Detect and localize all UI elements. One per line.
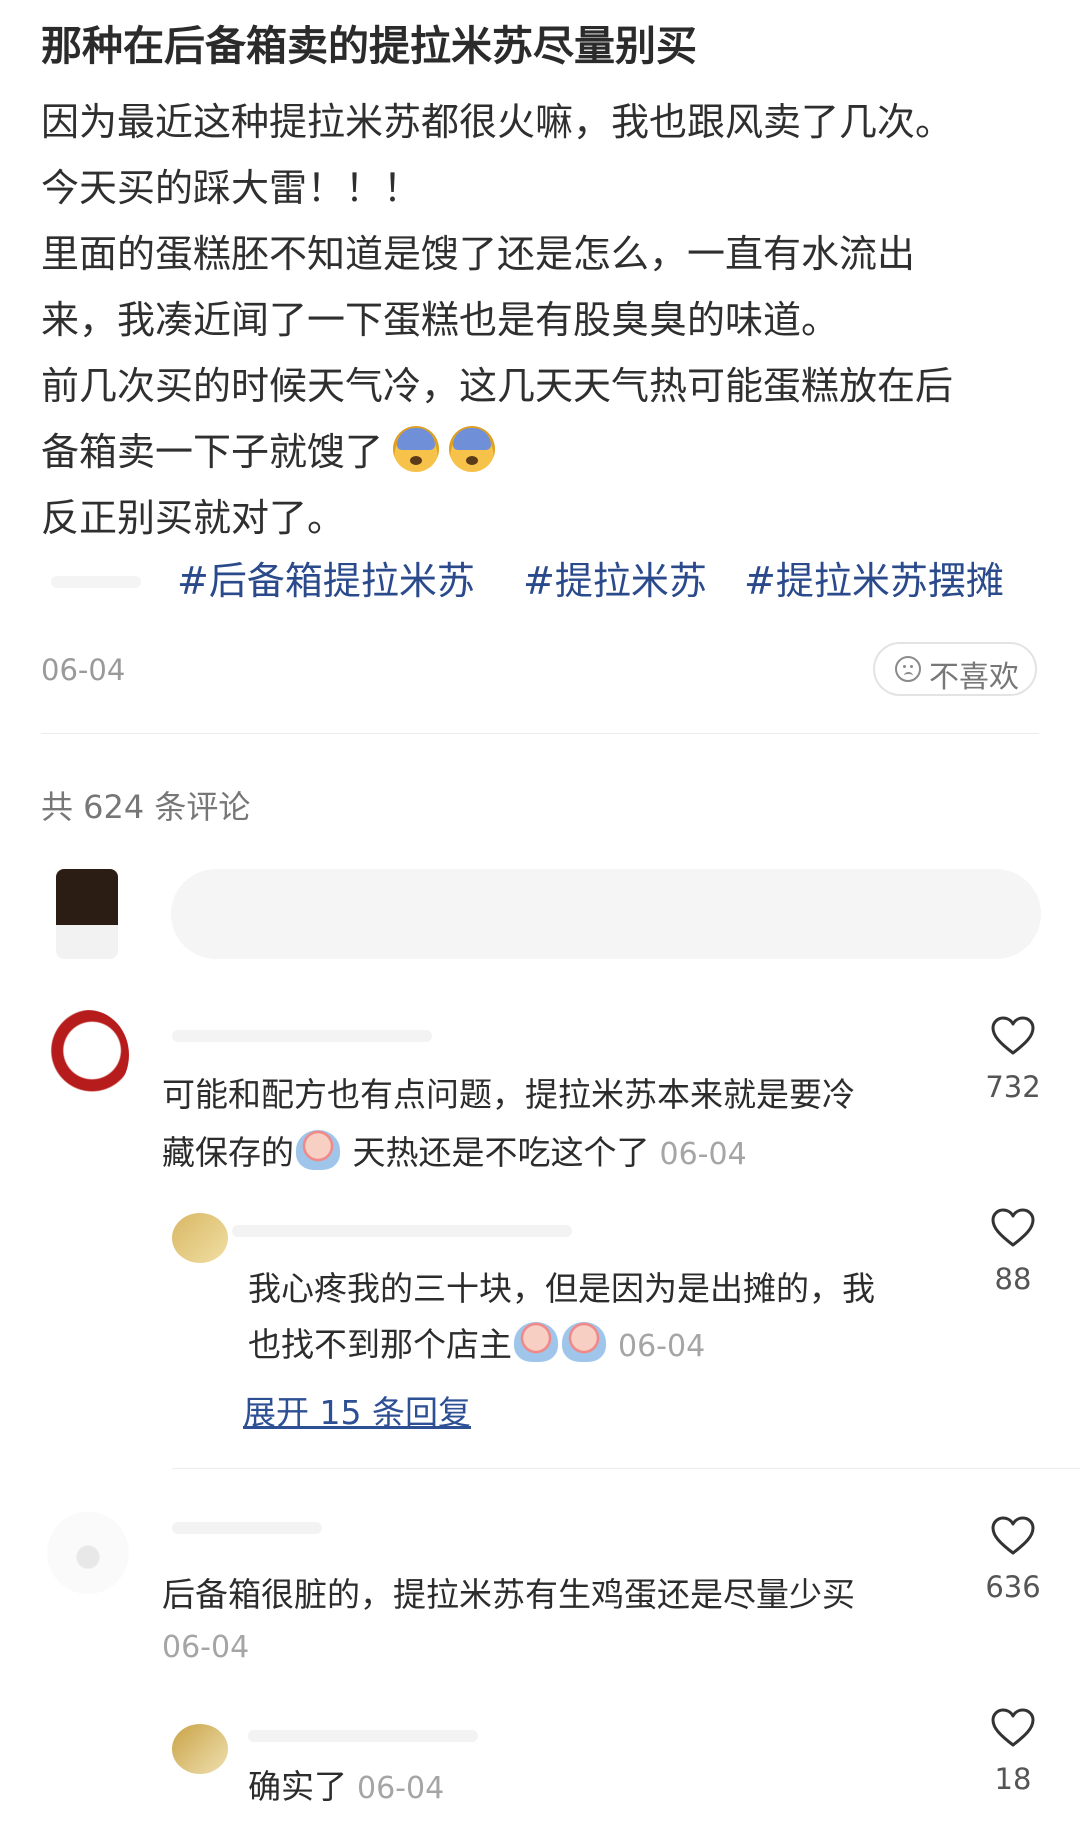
crying-sticker-icon [562,1322,606,1362]
replier-name[interactable] [248,1730,478,1742]
crying-sticker-icon [296,1130,340,1170]
comment-count: 共 624 条评论 [41,788,251,826]
tag-link[interactable]: #提拉米苏 [523,550,707,605]
like-count: 636 [985,1570,1041,1604]
post-body-text: 备箱卖一下子就馊了 [41,430,384,474]
post-body-line: 今天买的踩大雷！！！ [41,166,422,210]
tag-row: #后备箱提拉米苏 #提拉米苏 #提拉米苏摆摊 [41,550,1041,605]
replier-avatar[interactable] [172,1213,228,1263]
dislike-label: 不喜欢 [929,660,1019,695]
comment-input[interactable] [171,869,1041,959]
post-body-line: 反正别买就对了。 [41,496,346,540]
post-body-line: 来，我凑近闻了一下蛋糕也是有股臭臭的味道。 [41,298,840,342]
post-date: 06-04 [41,653,126,687]
reply-date: 06-04 [357,1771,445,1806]
like-count: 88 [994,1262,1032,1296]
reply-text: 我心疼我的三十块，但是因为是出摊的，我 [248,1269,875,1308]
commenter-name[interactable] [172,1522,322,1534]
comment-text: 藏保存的 天热还是不吃这个了 06-04 [162,1126,747,1174]
post-body-line: 因为最近这种提拉米苏都很火嘛，我也跟风卖了几次。 [41,100,954,144]
post-title: 那种在后备箱卖的提拉米苏尽量别买 [41,22,697,70]
comment-text: 后备箱很脏的，提拉米苏有生鸡蛋还是尽量少买 [162,1575,855,1614]
comment-date: 06-04 [659,1137,747,1172]
reply-text: 也找不到那个店主 06-04 [248,1318,705,1366]
like-count: 732 [985,1070,1041,1104]
comment-date: 06-04 [162,1630,250,1665]
post-body-line: 前几次买的时候天气冷，这几天天气热可能蛋糕放在后 [41,364,954,408]
post-body-line: 里面的蛋糕胚不知道是馊了还是怎么，一直有水流出 [41,232,916,276]
replier-avatar[interactable] [172,1724,228,1774]
reply-date: 06-04 [618,1329,706,1364]
current-user-avatar[interactable] [56,869,118,959]
dislike-button[interactable]: 不喜欢 [873,642,1037,696]
divider [172,1468,1080,1469]
commenter-avatar[interactable] [47,1010,129,1100]
expand-replies-link[interactable]: 展开 15 条回复 [243,1386,471,1434]
heart-outline-icon[interactable] [990,1516,1036,1556]
replier-name[interactable] [232,1225,572,1237]
tag-link[interactable]: #提拉米苏摆摊 [744,550,1004,605]
like-count: 18 [994,1762,1032,1796]
heart-outline-icon[interactable] [990,1016,1036,1056]
commenter-name[interactable] [172,1030,432,1042]
sad-face-icon [895,656,921,682]
crying-sticker-icon [514,1322,558,1362]
fearful-face-emoji-icon [393,426,440,472]
commenter-avatar[interactable] [47,1512,129,1594]
fearful-face-emoji-icon [449,426,496,472]
tag-link[interactable]: #后备箱提拉米苏 [177,550,475,605]
post-body-line: 备箱卖一下子就馊了 [41,421,496,476]
heart-outline-icon[interactable] [990,1208,1036,1248]
comment-text: 可能和配方也有点问题，提拉米苏本来就是要冷 [162,1075,855,1114]
divider [41,733,1039,734]
heart-outline-icon[interactable] [990,1708,1036,1748]
blurred-avatar [51,576,141,588]
reply-text: 确实了 06-04 [248,1767,445,1806]
